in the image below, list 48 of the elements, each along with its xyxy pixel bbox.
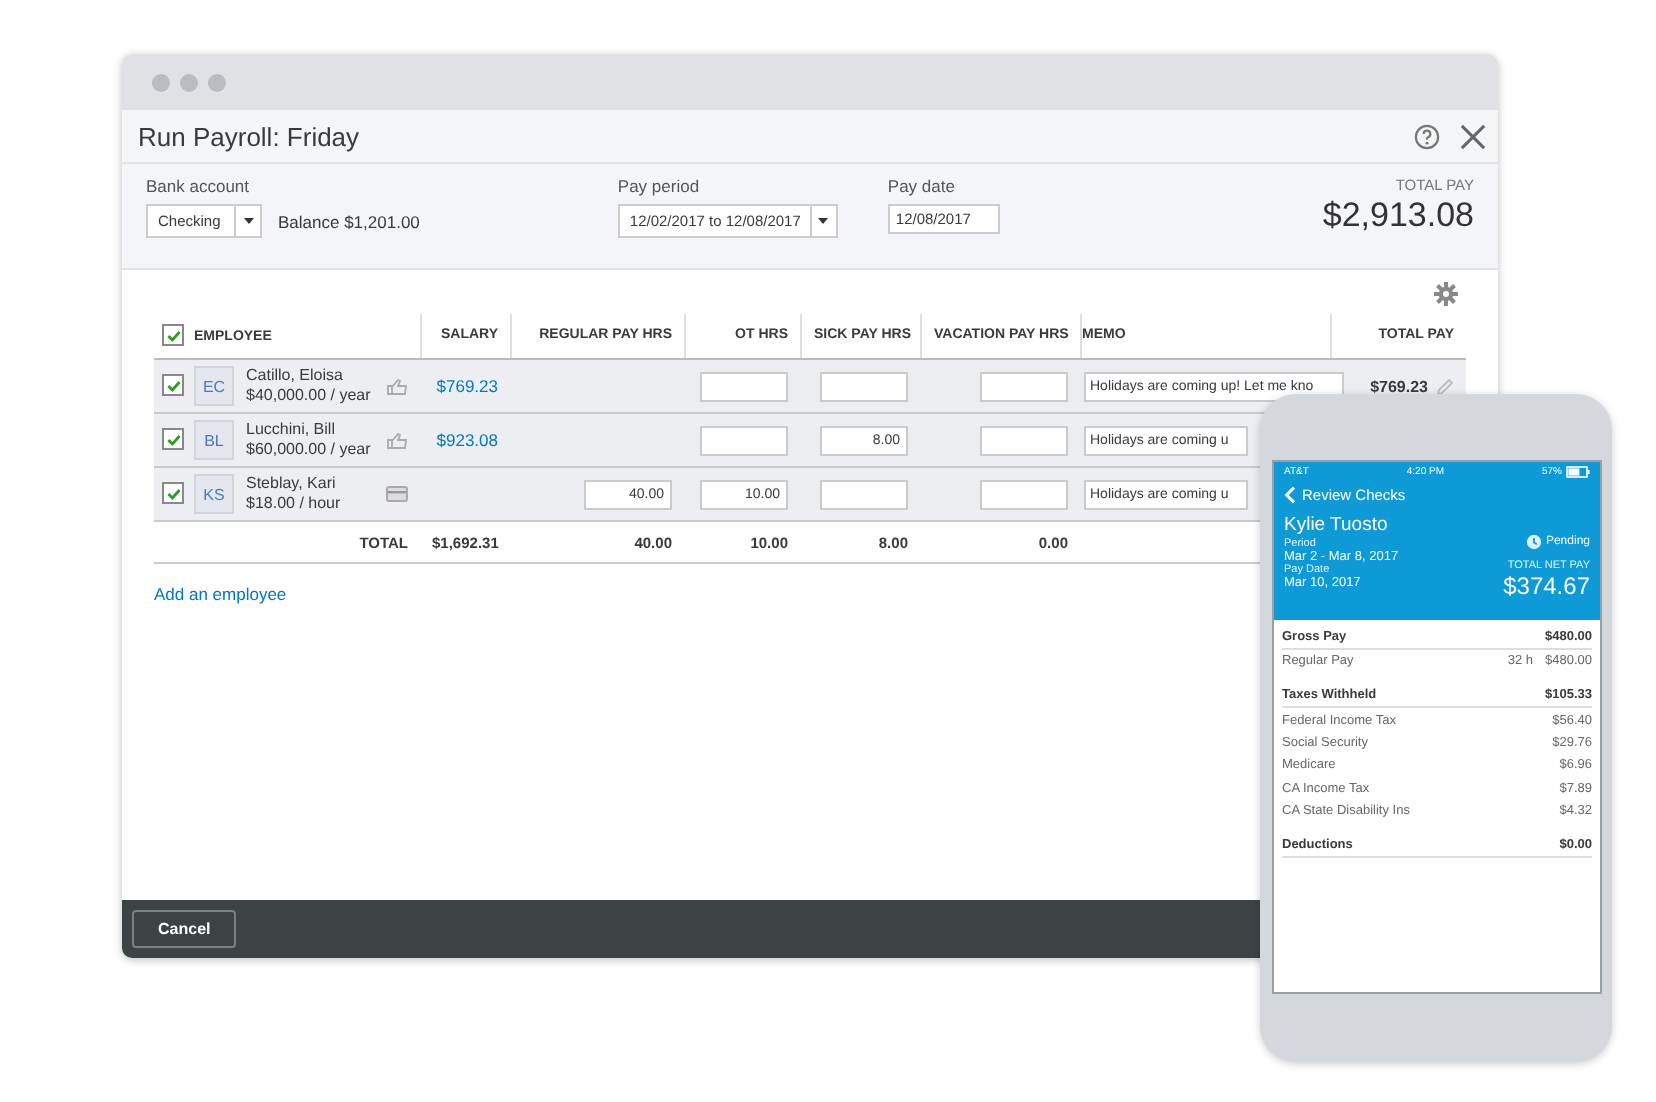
sick-hours-field[interactable] [820,479,908,509]
select-all-checkbox[interactable] [162,324,184,347]
caret-icon [243,218,253,224]
net-pay-amount: $374.67 [1503,572,1590,600]
window-dot[interactable] [180,73,198,91]
vacation-hours-field[interactable] [980,371,1068,401]
hand-icon [386,377,408,395]
employee-initials: KS [194,474,234,514]
employee-initials: BL [194,420,234,460]
row-checkbox[interactable] [162,374,184,397]
vacation-hours-field[interactable] [980,479,1068,509]
card-icon [386,486,408,502]
row-checkbox[interactable] [162,482,184,505]
vacation-hours-field[interactable] [980,425,1068,455]
bank-account-label: Bank account [146,176,252,196]
row-checkbox[interactable] [162,428,184,451]
back-chevron-icon [1284,486,1296,504]
window-dot[interactable] [152,73,170,91]
add-employee-link[interactable]: Add an employee [154,584,287,604]
employee-name[interactable]: Steblay, Kari [246,474,374,494]
help-icon[interactable] [1414,123,1440,149]
close-icon[interactable] [1460,123,1486,149]
pay-rate: $40,000.00 / year [246,386,373,406]
total-pay-value: $769.23 [1370,377,1428,395]
settings-icon[interactable] [1434,282,1458,306]
pencil-icon[interactable] [1436,377,1454,395]
employee-initials: EC [194,366,234,406]
battery-icon [1566,466,1590,478]
window-dot[interactable] [208,73,226,91]
balance-text: Balance $1,201.00 [278,211,420,231]
employee-name: Kylie Tuosto [1284,514,1390,536]
pending-icon [1525,534,1542,550]
caret-icon [818,218,829,224]
sick-hours-field[interactable] [820,371,908,401]
employee-name[interactable]: Lucchini, Bill [246,420,374,440]
pay-period-label: Pay period [617,176,702,196]
hand-icon [386,431,408,449]
salary-link[interactable]: $923.08 [436,430,498,450]
pay-date-label: Pay date [887,176,957,196]
cancel-button[interactable]: Cancel [132,910,237,948]
salary-link[interactable]: $769.23 [436,376,498,396]
total-pay-amount: $2,913.08 [1322,196,1474,236]
employee-name[interactable]: Catillo, Eloisa [246,366,374,386]
pay-rate: $60,000.00 / year [246,440,373,460]
window-title: Run Payroll: Friday [138,121,362,151]
ot-hours-field[interactable] [700,425,788,455]
pay-rate: $18.00 / hour [246,494,343,514]
ot-hours-field[interactable] [700,371,788,401]
